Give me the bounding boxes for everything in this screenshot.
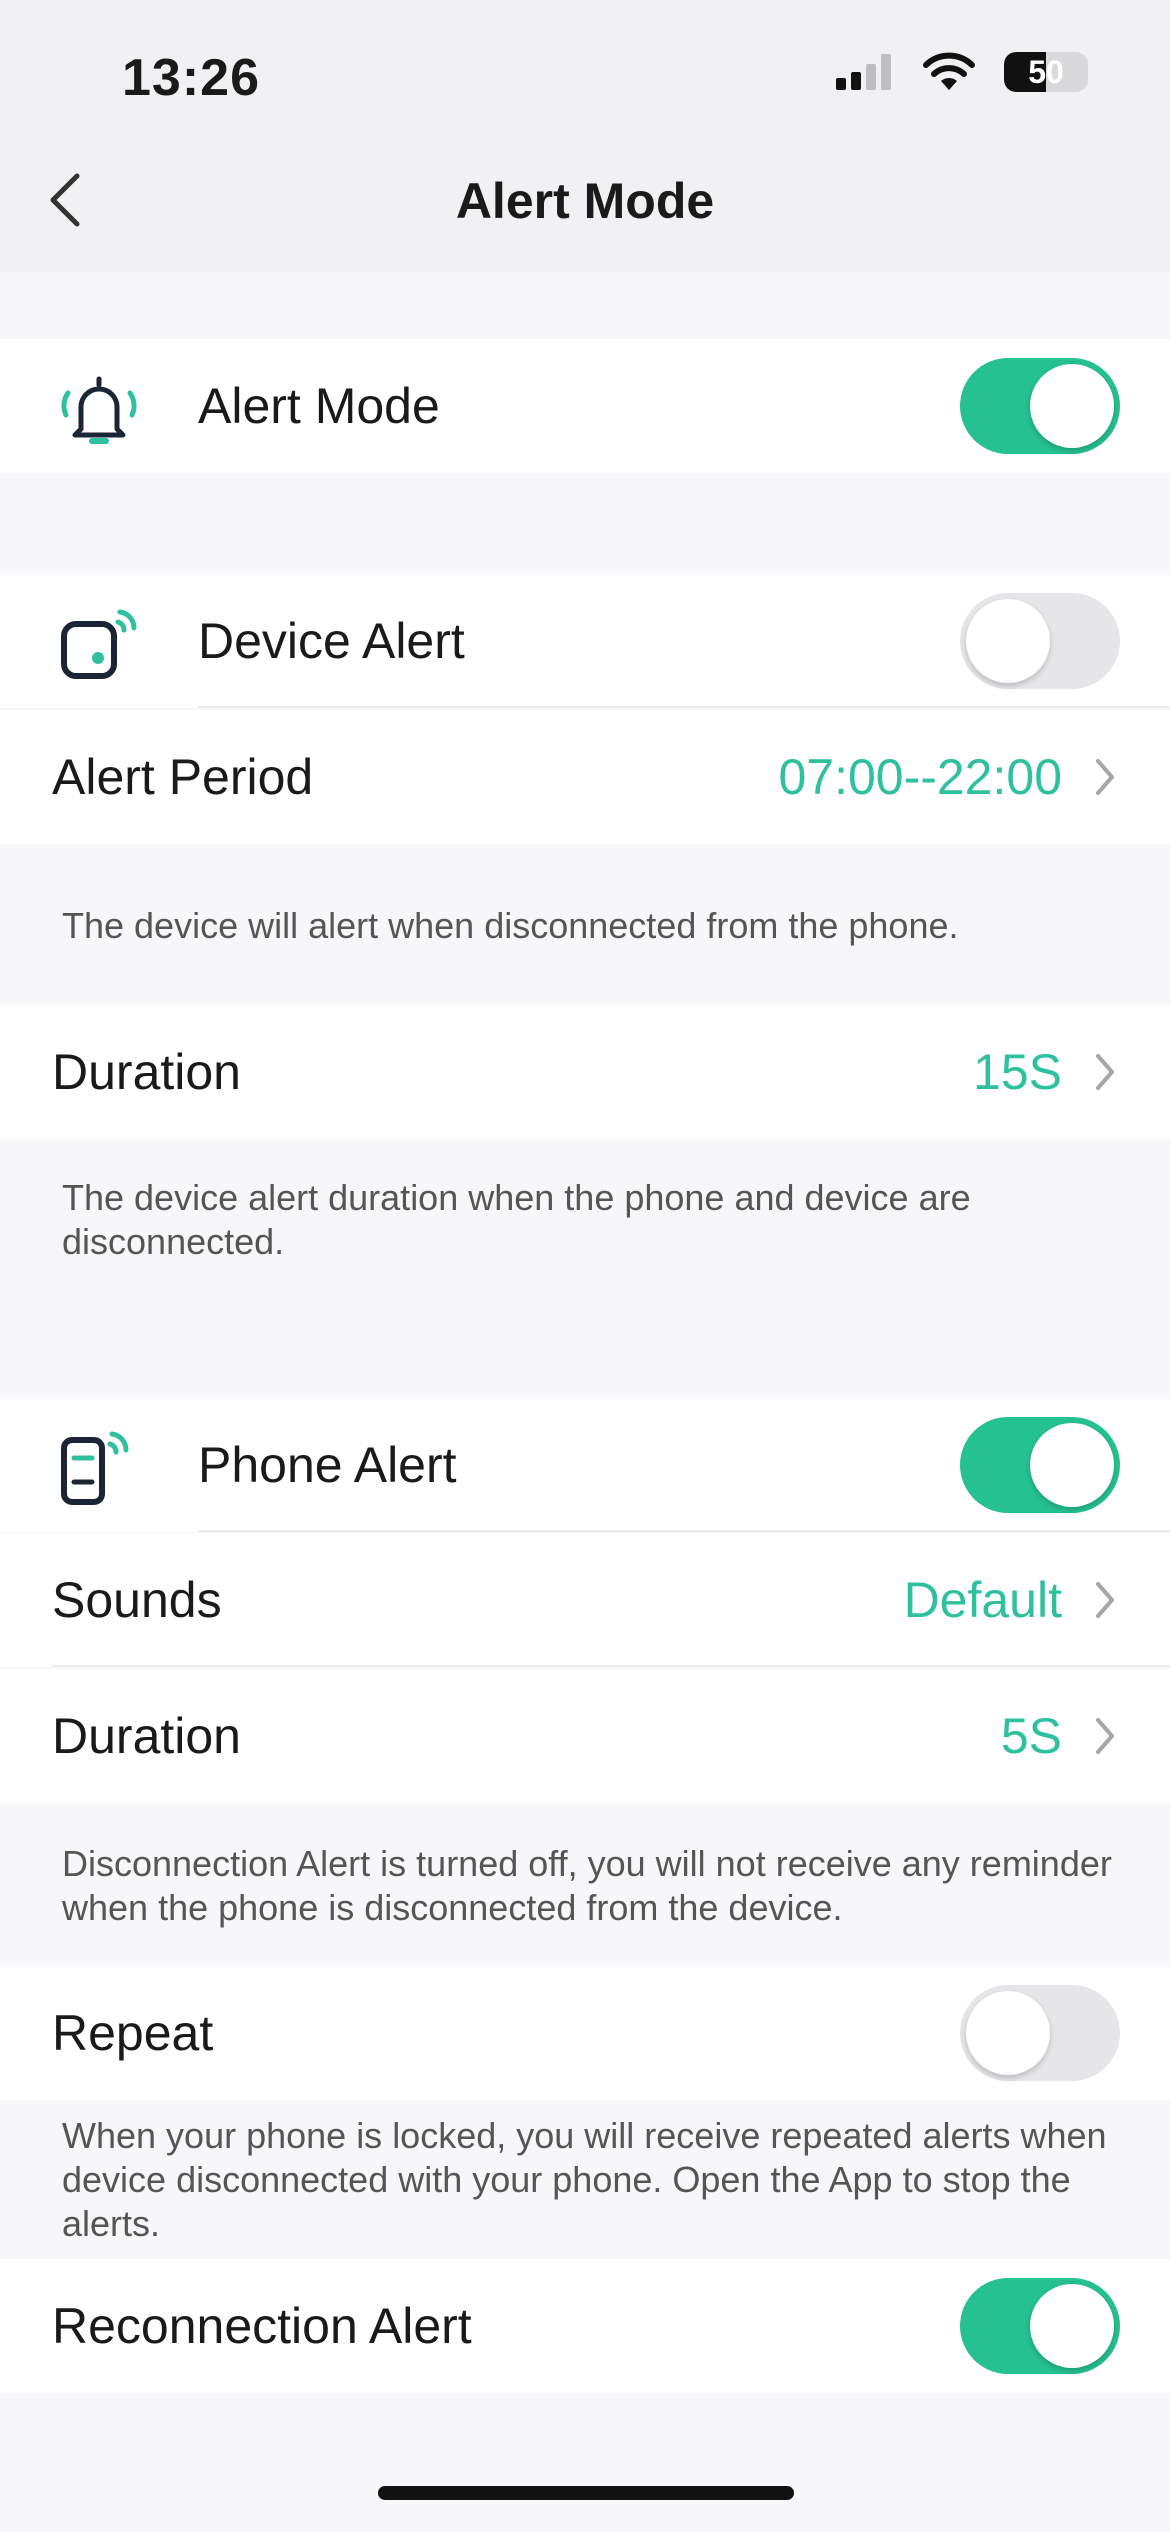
- phone-duration-label: Duration: [52, 1708, 241, 1764]
- sounds-value: Default: [903, 1572, 1062, 1628]
- chevron-right-icon: [1096, 759, 1114, 795]
- reconnection-alert-toggle[interactable]: [960, 2278, 1120, 2374]
- alert-mode-label: Alert Mode: [198, 378, 440, 434]
- divider: [198, 706, 1170, 708]
- phone-alert-note: Disconnection Alert is turned off, you w…: [62, 1843, 1112, 1928]
- reconnection-alert-label: Reconnection Alert: [52, 2298, 472, 2354]
- page-title: Alert Mode: [455, 173, 715, 229]
- alert-mode-row: Alert Mode: [0, 339, 1170, 473]
- device-alert-toggle[interactable]: [960, 593, 1120, 689]
- chevron-right-icon: [1096, 1054, 1114, 1090]
- phone-alert-toggle[interactable]: [960, 1417, 1120, 1513]
- phone-duration-value: 5S: [1000, 1708, 1062, 1764]
- divider: [52, 1665, 1170, 1667]
- alert-mode-toggle[interactable]: [960, 358, 1120, 454]
- alert-period-label: Alert Period: [52, 749, 314, 805]
- device-duration-row[interactable]: Duration 15S: [0, 1005, 1170, 1139]
- phone-duration-row[interactable]: Duration 5S: [0, 1669, 1170, 1803]
- divider: [198, 1530, 1170, 1532]
- battery-icon: 50: [1004, 52, 1088, 92]
- alert-period-value: 07:00--22:00: [778, 749, 1062, 805]
- repeat-note: When your phone is locked, you will rece…: [62, 2115, 1107, 2244]
- phone-signal-icon: [61, 1431, 129, 1505]
- alert-period-note: The device will alert when disconnected …: [62, 905, 959, 946]
- status-time: 13:26: [122, 49, 260, 107]
- phone-alert-row: Phone Alert: [0, 1398, 1170, 1532]
- device-duration-label: Duration: [52, 1044, 241, 1100]
- device-duration-note: The device alert duration when the phone…: [62, 1177, 971, 1262]
- battery-group: 50: [1004, 52, 1088, 92]
- status-icons: 50: [834, 52, 1088, 92]
- chevron-right-icon: [1096, 1718, 1114, 1754]
- repeat-label: Repeat: [52, 2005, 214, 2061]
- sounds-row[interactable]: Sounds Default: [0, 1533, 1170, 1667]
- wifi-icon: [923, 52, 975, 90]
- alert-period-row[interactable]: Alert Period 07:00--22:00: [0, 710, 1170, 844]
- battery-percent: 50: [1028, 53, 1064, 90]
- chevron-right-icon: [1096, 1582, 1114, 1618]
- device-signal-icon: [61, 609, 137, 679]
- reconnection-alert-row: Reconnection Alert: [0, 2259, 1170, 2393]
- home-indicator[interactable]: [378, 2486, 794, 2500]
- repeat-row: Repeat: [0, 1966, 1170, 2100]
- top-bar: 13:26 50 Alert Mode: [0, 0, 1170, 272]
- device-alert-row: Device Alert: [0, 574, 1170, 708]
- phone-alert-label: Phone Alert: [198, 1437, 457, 1493]
- sounds-label: Sounds: [52, 1572, 222, 1628]
- cellular-signal-icon: [836, 54, 891, 90]
- repeat-toggle[interactable]: [960, 1985, 1120, 2081]
- device-alert-label: Device Alert: [198, 613, 465, 669]
- bell-icon: [61, 376, 137, 444]
- device-duration-value: 15S: [973, 1044, 1062, 1100]
